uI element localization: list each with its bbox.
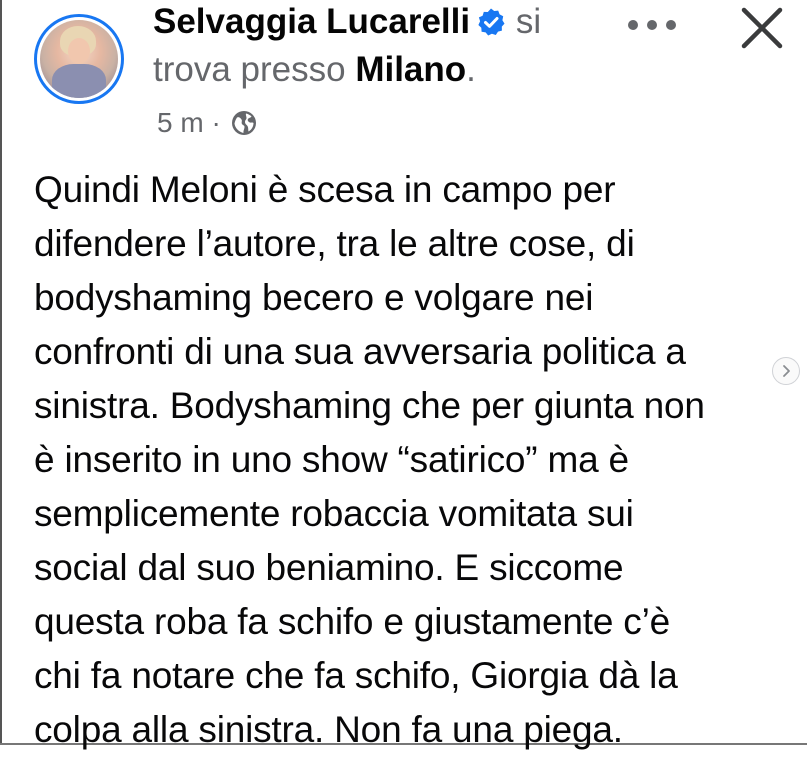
next-button[interactable] [772, 357, 800, 385]
frame-border-left [0, 0, 2, 745]
avatar-photo-face [68, 38, 90, 64]
more-dots-icon [628, 20, 676, 30]
location-suffix: . [466, 50, 476, 89]
post-timestamp[interactable]: 5 m [157, 107, 204, 138]
author-name-link[interactable]: Selvaggia Lucarelli [153, 2, 470, 41]
post-header-line-1: Selvaggia Lucarelli si [153, 0, 541, 44]
post-header-line-2: trova presso Milano. [153, 48, 476, 92]
location-link[interactable]: Milano [355, 50, 466, 89]
verified-badge-icon [476, 4, 506, 36]
location-prefix-1: si [515, 2, 542, 41]
chevron-right-icon [783, 365, 790, 377]
avatar-photo-body [52, 64, 106, 98]
close-button[interactable] [732, 2, 792, 54]
meta-separator: · [211, 107, 221, 138]
author-avatar[interactable] [34, 14, 124, 104]
post-text: Quindi Meloni è scesa in campo per difen… [34, 169, 705, 750]
more-options-button[interactable] [622, 8, 682, 42]
close-icon [741, 7, 783, 49]
avatar-photo [40, 20, 118, 98]
globe-icon[interactable] [231, 109, 257, 135]
location-prefix-2: trova presso [153, 50, 346, 89]
post-meta: 5 m · [157, 105, 257, 141]
